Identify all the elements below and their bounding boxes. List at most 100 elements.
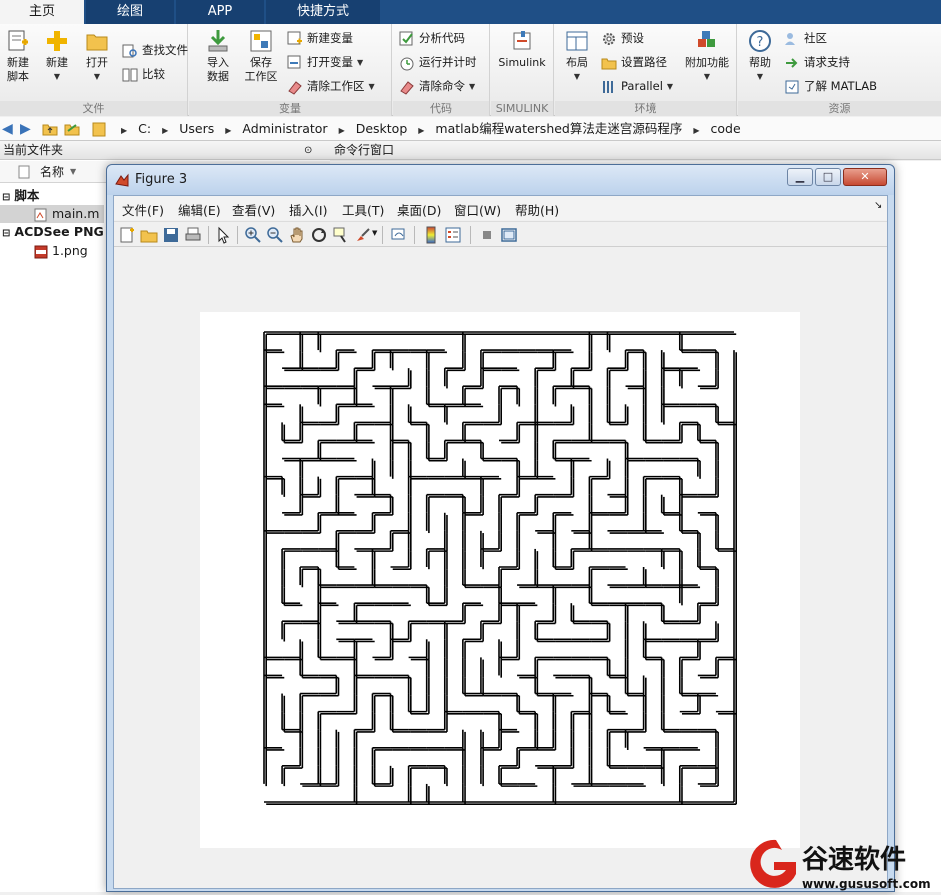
- menu-insert[interactable]: 插入(I): [289, 200, 327, 219]
- save-icon[interactable]: [162, 226, 180, 244]
- compare-button[interactable]: 比较: [122, 64, 165, 84]
- sort-arrow-icon[interactable]: ▼: [70, 161, 76, 183]
- tab-home[interactable]: 主页: [0, 0, 84, 24]
- svg-text:?: ?: [757, 35, 764, 50]
- breadcrumb-administrator[interactable]: Administrator: [242, 117, 327, 141]
- chevron-down-icon: ▼: [469, 81, 476, 91]
- browse-folder-icon[interactable]: [64, 121, 80, 137]
- back-arrow-icon[interactable]: ◀: [2, 121, 13, 137]
- maze-image-axes[interactable]: [200, 312, 800, 848]
- collapse-icon[interactable]: ⊟: [2, 228, 10, 239]
- import-data-button[interactable]: 导入 数据: [199, 28, 237, 84]
- layout-button[interactable]: 布局 ▼: [559, 28, 595, 84]
- link-plot-icon[interactable]: [390, 226, 408, 244]
- pointer-icon[interactable]: [214, 226, 232, 244]
- preferences-button[interactable]: 预设: [601, 28, 644, 48]
- menu-help[interactable]: 帮助(H): [515, 200, 559, 219]
- breadcrumb-separator-icon: ▶: [225, 126, 232, 135]
- find-files-button[interactable]: 查找文件: [122, 40, 188, 60]
- group-file: 新建 脚本 新建 ▼ 打开 ▼ 查找文件 比较 文件: [0, 24, 188, 116]
- zoom-out-icon[interactable]: [266, 226, 284, 244]
- chevron-down-icon[interactable]: ▼: [372, 229, 377, 237]
- new-figure-icon[interactable]: [118, 226, 136, 244]
- figure-titlebar[interactable]: Figure 3 ▁ □ ✕: [107, 165, 894, 195]
- zoom-in-icon[interactable]: [244, 226, 262, 244]
- data-cursor-icon[interactable]: [332, 226, 350, 244]
- tab-shortcuts[interactable]: 快捷方式: [266, 0, 380, 24]
- legend-icon[interactable]: [444, 226, 462, 244]
- address-bar: ◀ ▶ ▶ C: ▶ Users ▶ Administrator ▶ Deskt…: [0, 117, 941, 141]
- parallel-button[interactable]: Parallel ▼: [601, 76, 673, 96]
- group-variable: 导入 数据 保存 工作区 新建变量 打开变量 ▼ 清除工作区 ▼ 变量: [189, 24, 392, 116]
- folder-open-icon: [86, 34, 108, 51]
- chevron-down-icon: ▼: [666, 81, 674, 91]
- open-button[interactable]: 打开 ▼: [80, 28, 114, 84]
- toolbar-separator: [208, 226, 209, 244]
- new-script-button[interactable]: 新建 脚本: [2, 28, 34, 84]
- community-button[interactable]: 社区: [784, 28, 827, 48]
- breadcrumb-project-folder[interactable]: matlab编程watershed算法走迷宫源码程序: [435, 117, 682, 141]
- menu-window[interactable]: 窗口(W): [454, 200, 501, 219]
- pan-hand-icon[interactable]: [288, 226, 306, 244]
- breadcrumb-separator-icon: ▶: [162, 126, 169, 135]
- set-path-button[interactable]: 设置路径: [601, 52, 667, 72]
- brush-icon[interactable]: [354, 226, 372, 244]
- new-script-icon: [8, 30, 28, 51]
- hide-plot-tools-icon[interactable]: [478, 226, 496, 244]
- tab-plots[interactable]: 绘图: [86, 0, 174, 24]
- analyze-code-button[interactable]: 分析代码: [399, 28, 465, 48]
- tree-group-scripts[interactable]: ⊟ 脚本: [0, 187, 39, 205]
- maximize-button[interactable]: □: [815, 168, 841, 186]
- group-label-simulink: SIMULINK: [491, 101, 553, 116]
- panel-menu-icon[interactable]: ⊙: [304, 141, 312, 160]
- breadcrumb-drive[interactable]: C:: [138, 117, 151, 141]
- close-button[interactable]: ✕: [843, 168, 887, 186]
- colorbar-icon[interactable]: [422, 226, 440, 244]
- file-1-png[interactable]: 1.png: [0, 242, 88, 260]
- help-button[interactable]: ? 帮助 ▼: [742, 28, 778, 84]
- community-icon: [785, 32, 795, 45]
- new-variable-button[interactable]: 新建变量: [287, 28, 353, 48]
- collapse-icon[interactable]: ⊟: [2, 192, 10, 203]
- save-workspace-button[interactable]: 保存 工作区: [241, 28, 281, 84]
- learn-matlab-button[interactable]: 了解 MATLAB: [784, 76, 877, 96]
- new-variable-icon: [287, 31, 302, 44]
- group-resources: ? 帮助 ▼ 社区 请求支持 了解 MATLAB 资源: [738, 24, 941, 116]
- rotate-3d-icon[interactable]: [310, 226, 328, 244]
- figure-toolbar: ▼: [114, 221, 887, 247]
- new-button[interactable]: 新建 ▼: [40, 28, 74, 84]
- menu-view[interactable]: 查看(V): [232, 200, 275, 219]
- request-support-button[interactable]: 请求支持: [784, 52, 850, 72]
- breadcrumb-code[interactable]: code: [711, 117, 741, 141]
- menu-tools[interactable]: 工具(T): [342, 200, 384, 219]
- file-main-m[interactable]: main.m: [0, 205, 104, 223]
- show-plot-tools-icon[interactable]: [500, 226, 518, 244]
- chevron-down-icon: ▼: [573, 72, 581, 81]
- simulink-button[interactable]: Simulink: [497, 28, 547, 70]
- dock-arrow-icon[interactable]: ↘: [874, 200, 882, 211]
- menu-file[interactable]: 文件(F): [122, 200, 164, 219]
- up-folder-icon[interactable]: [42, 121, 58, 137]
- minimize-button[interactable]: ▁: [787, 168, 813, 186]
- clear-commands-button[interactable]: 清除命令 ▼: [399, 76, 475, 96]
- addons-button[interactable]: 附加功能 ▼: [681, 28, 733, 84]
- run-and-time-button[interactable]: 运行并计时: [399, 52, 477, 72]
- tree-group-png[interactable]: ⊟ ACDSee PNG 图: [0, 223, 121, 241]
- open-file-icon[interactable]: [140, 226, 158, 244]
- tab-apps[interactable]: APP: [176, 0, 264, 24]
- name-column-header[interactable]: 名称: [40, 161, 64, 183]
- forward-arrow-icon[interactable]: ▶: [20, 121, 31, 137]
- run-and-time-icon: [400, 57, 414, 70]
- logo-url-text: www.gususoft.com: [802, 877, 931, 891]
- gear-icon: [603, 32, 615, 45]
- find-files-icon: [122, 44, 137, 57]
- print-icon[interactable]: [184, 226, 202, 244]
- breadcrumb-users[interactable]: Users: [179, 117, 214, 141]
- clear-workspace-button[interactable]: 清除工作区 ▼: [287, 76, 375, 96]
- menu-desktop[interactable]: 桌面(D): [397, 200, 441, 219]
- breadcrumb-desktop[interactable]: Desktop: [356, 117, 408, 141]
- breadcrumb: ▶ C: ▶ Users ▶ Administrator ▶ Desktop ▶…: [114, 117, 741, 141]
- menu-edit[interactable]: 编辑(E): [178, 200, 221, 219]
- open-variable-button[interactable]: 打开变量 ▼: [287, 52, 363, 72]
- logo-brand-text: 谷速软件: [802, 845, 906, 875]
